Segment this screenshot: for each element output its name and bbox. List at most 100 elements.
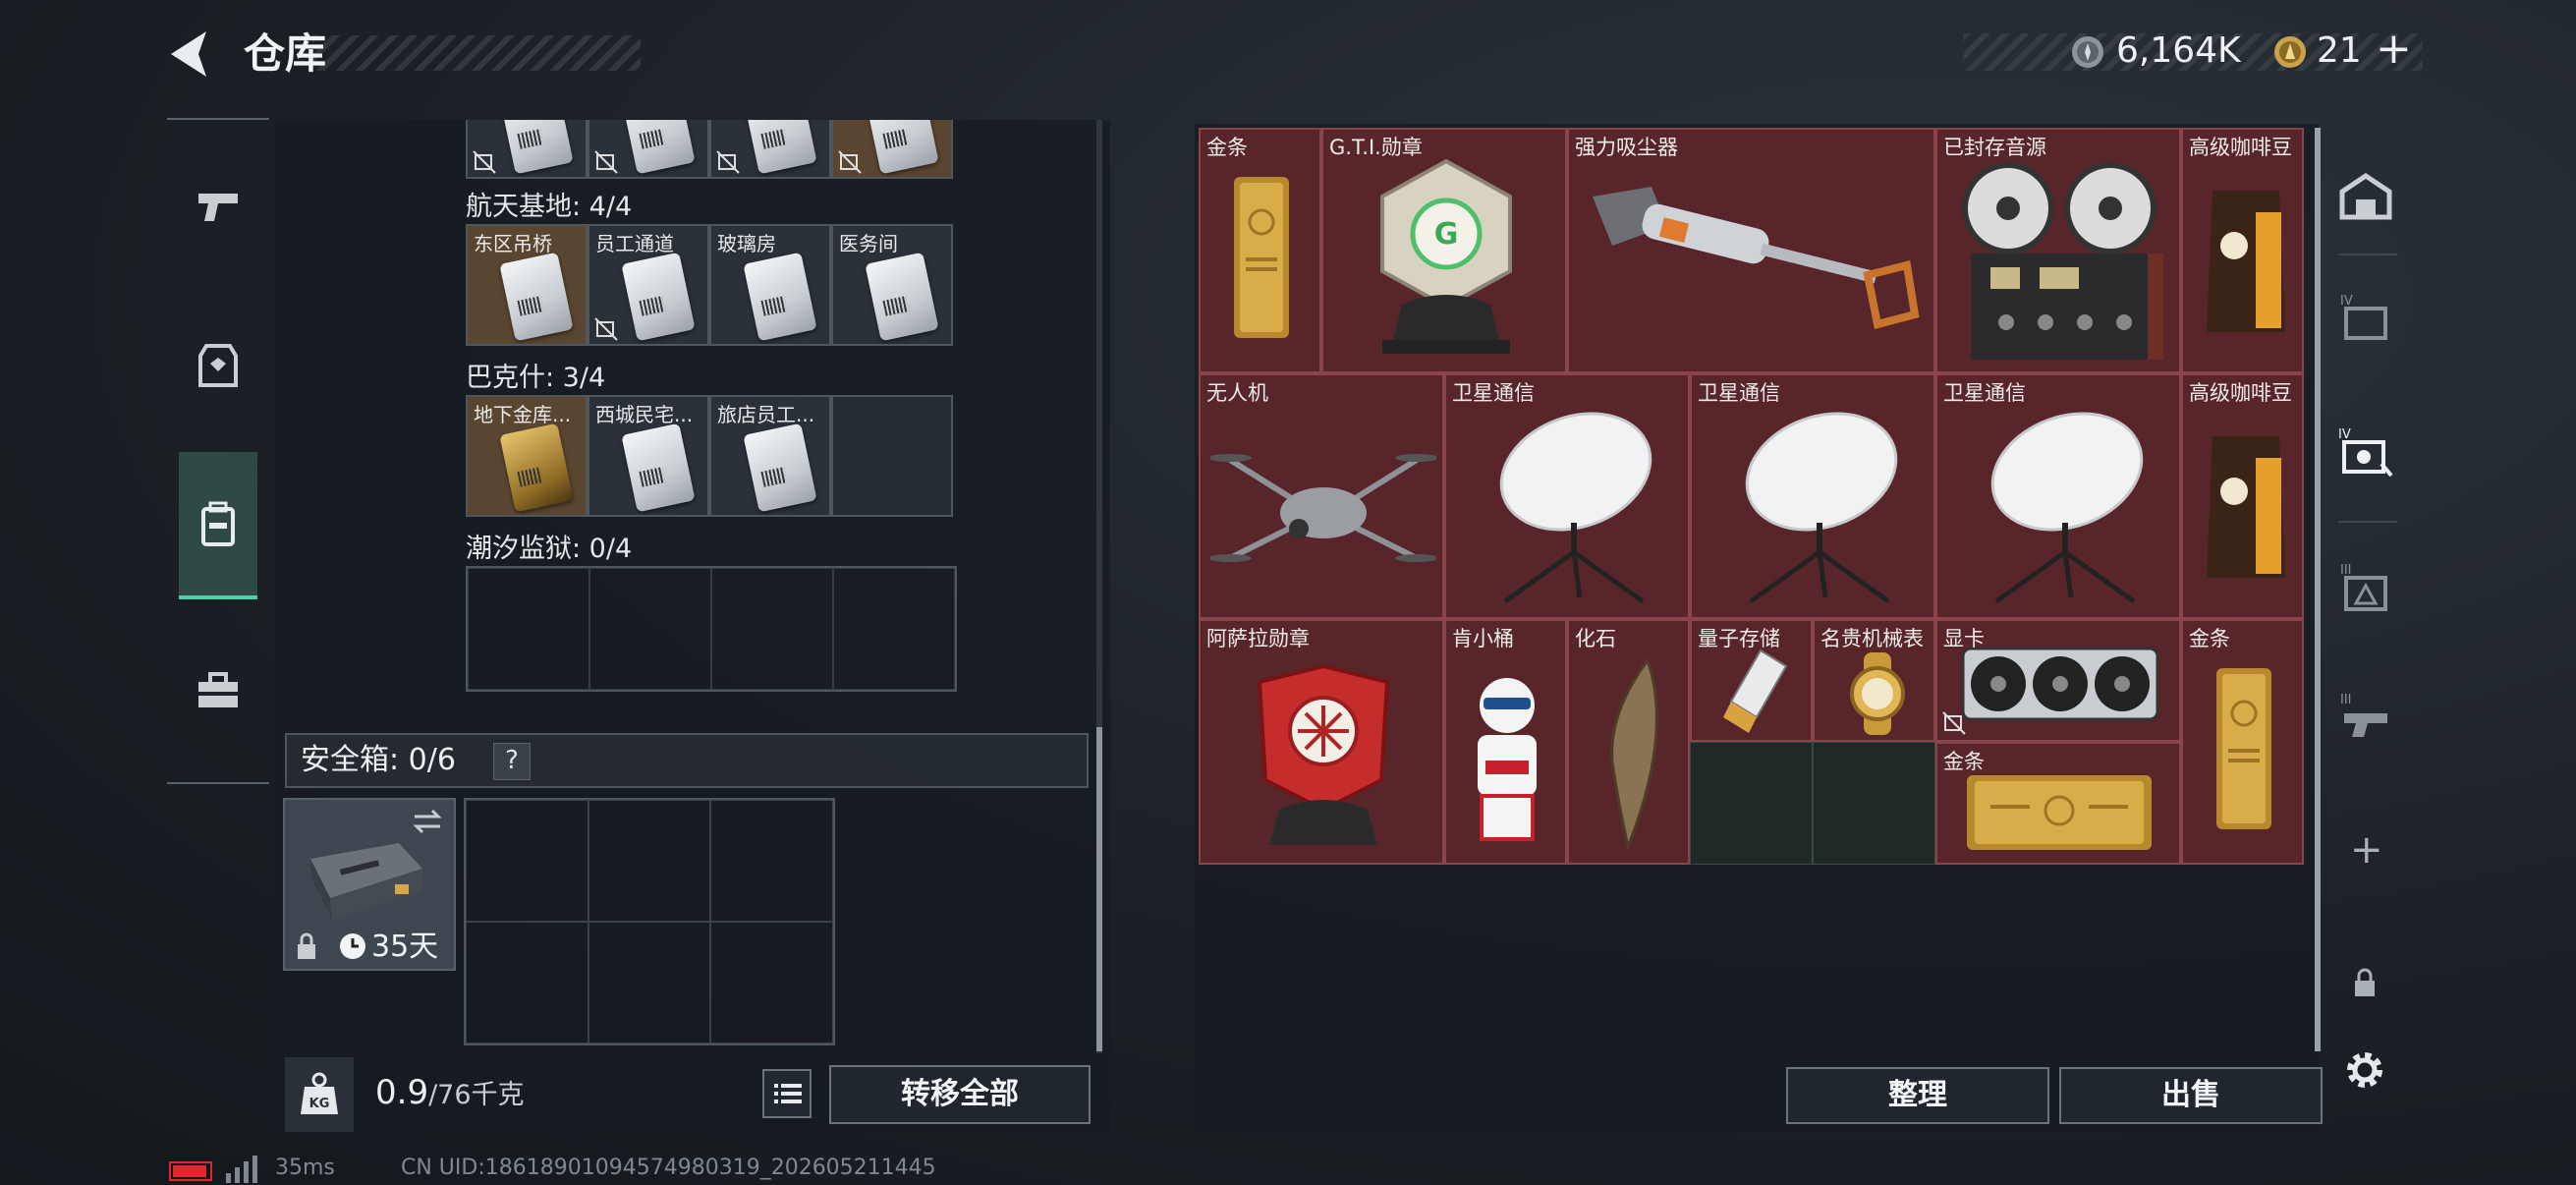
empty-key-slot[interactable]	[831, 395, 953, 517]
left-scrollbar-thumb[interactable]	[1096, 727, 1102, 1051]
stash-item-vacuum[interactable]: 强力吸尘器	[1567, 128, 1935, 373]
key-item[interactable]: 西城民宅...	[588, 395, 709, 517]
stash-item-gold-bar[interactable]: 金条	[1199, 128, 1321, 373]
tab-divider	[167, 118, 269, 120]
sort-button[interactable]: 整理	[1786, 1067, 2049, 1124]
settings-gear-icon[interactable]	[2340, 1045, 2389, 1095]
tab-divider-bottom	[167, 782, 269, 784]
safe-slot[interactable]	[466, 922, 588, 1044]
stash-item-coffee-beans[interactable]: 高级咖啡豆	[2181, 373, 2304, 619]
safe-slot[interactable]	[588, 800, 711, 922]
stash-item-graphics-card[interactable]: 显卡	[1935, 619, 2181, 742]
lock-icon	[298, 932, 315, 959]
clock-icon	[340, 933, 365, 959]
coffee-bag-image	[2207, 436, 2285, 578]
key-item[interactable]: 旅店员工...	[709, 395, 831, 517]
section-label-space-base: 航天基地: 4/4	[466, 192, 633, 222]
warehouse-icon	[2339, 172, 2392, 220]
stash-item-coffee-beans[interactable]: 高级咖啡豆	[2181, 128, 2304, 373]
key-item[interactable]: 医务间	[831, 224, 953, 346]
key-row-space-base: 东区吊桥 员工通道 玻璃房 医务间	[466, 224, 953, 346]
tab-backpack[interactable]	[179, 452, 257, 599]
no-sign-icon	[473, 150, 496, 174]
side-tab-stash-home[interactable]	[2330, 157, 2401, 236]
no-sign-icon	[716, 150, 740, 174]
no-sign-icon	[838, 150, 862, 174]
keycard-image	[499, 252, 574, 342]
vacuum-image	[1593, 187, 1920, 329]
usb-drive-image	[1723, 649, 1788, 733]
empty-key-slot[interactable]	[589, 568, 711, 690]
safe-box-grid	[464, 798, 835, 1045]
side-tab-3b[interactable]: III	[2330, 678, 2401, 757]
stash-item-satellite[interactable]: 卫星通信	[1444, 373, 1690, 619]
toolbox-icon	[198, 672, 238, 707]
swap-icon[interactable]	[411, 808, 444, 835]
safe-case-image	[310, 843, 422, 920]
side-tab-3[interactable]: III	[2330, 548, 2401, 627]
section-label-tidal-prison: 潮汐监狱: 0/4	[466, 534, 633, 564]
weight-max: /76千克	[428, 1080, 525, 1110]
stash-item-fossil[interactable]: 化石	[1567, 619, 1690, 865]
key-item[interactable]: 东区吊桥	[466, 224, 588, 346]
stash-empty-slot[interactable]	[1813, 742, 1935, 865]
stash-item-satellite[interactable]: 卫星通信	[1935, 373, 2181, 619]
safe-slot[interactable]	[588, 922, 711, 1044]
key-item[interactable]: 员工通道	[588, 224, 709, 346]
stash-item-gold-bar-horizontal[interactable]: 金条	[1935, 742, 2181, 865]
medal-image	[1257, 663, 1390, 845]
empty-key-slot[interactable]	[711, 568, 833, 690]
empty-key-slot[interactable]	[468, 568, 589, 690]
gold-bar-image	[2216, 668, 2271, 829]
gold-coin-icon	[2274, 36, 2306, 68]
stash-item-gti-medal[interactable]: G.T.I.勋章 G	[1321, 128, 1567, 373]
add-tab-button[interactable]: +	[2350, 827, 2383, 873]
stash-item-asara-medal[interactable]: 阿萨拉勋章	[1199, 619, 1444, 865]
transfer-all-button[interactable]: 转移全部	[829, 1065, 1091, 1124]
keycard-image	[743, 423, 817, 513]
key-item[interactable]: 玻璃房	[709, 224, 831, 346]
safe-slot[interactable]	[710, 922, 833, 1044]
stash-item-drone[interactable]: 无人机	[1199, 373, 1444, 619]
lock-icon[interactable]	[2352, 967, 2378, 998]
ping-readout: 35ms	[275, 1156, 335, 1180]
empty-key-slot[interactable]	[833, 568, 955, 690]
stash-item-reel-recorder[interactable]: 已封存音源	[1935, 128, 2181, 373]
armor-vest-icon	[198, 344, 238, 387]
tab-tools[interactable]	[179, 647, 257, 735]
safe-case-item[interactable]: 35天	[283, 798, 456, 971]
stash-item-gold-bar[interactable]: 金条	[2181, 619, 2304, 865]
safe-slot[interactable]	[710, 800, 833, 922]
svg-text:III: III	[2340, 693, 2352, 707]
gold-bar-image	[1234, 177, 1289, 338]
add-currency-button[interactable]: +	[2376, 28, 2412, 71]
stash-item-satellite[interactable]: 卫星通信	[1690, 373, 1935, 619]
side-tab-4-active[interactable]: IV	[2330, 413, 2401, 491]
side-tab-divider	[2338, 521, 2397, 523]
key-row-bakesh: 地下金库... 西城民宅... 旅店员工...	[466, 395, 953, 517]
gun-case-tab-icon: III	[2340, 693, 2387, 737]
coffee-bag-image	[2207, 191, 2285, 332]
no-sign-icon	[1942, 711, 1966, 735]
tab-weapons[interactable]	[179, 163, 257, 252]
stash-empty-slot[interactable]	[1690, 742, 1813, 865]
side-tab-4[interactable]: IV	[2330, 277, 2401, 356]
keycard-image	[621, 423, 696, 513]
svg-text:IV: IV	[2338, 427, 2351, 442]
key-item[interactable]: 地下金库...	[466, 395, 588, 517]
weight-readout: 0.9/76千克	[375, 1073, 525, 1112]
silver-currency-value: 6,164K	[2116, 30, 2241, 71]
previous-key-row	[466, 120, 957, 179]
tab-armor[interactable]	[179, 322, 257, 411]
sell-button[interactable]: 出售	[2059, 1067, 2323, 1124]
stash-item-quantum-storage[interactable]: 量子存储	[1690, 619, 1813, 742]
safe-box-timer: 35天	[371, 930, 439, 964]
safe-slot[interactable]	[466, 800, 588, 922]
list-view-button[interactable]	[762, 1069, 812, 1118]
stash-item-luxury-watch[interactable]: 名贵机械表	[1813, 619, 1935, 742]
stash-scrollbar-thumb[interactable]	[2315, 128, 2321, 1051]
back-arrow-icon[interactable]	[165, 28, 214, 81]
help-button[interactable]: ?	[493, 743, 531, 780]
stash-item-bucket-figure[interactable]: 肯小桶	[1444, 619, 1567, 865]
pistol-icon	[198, 194, 238, 221]
